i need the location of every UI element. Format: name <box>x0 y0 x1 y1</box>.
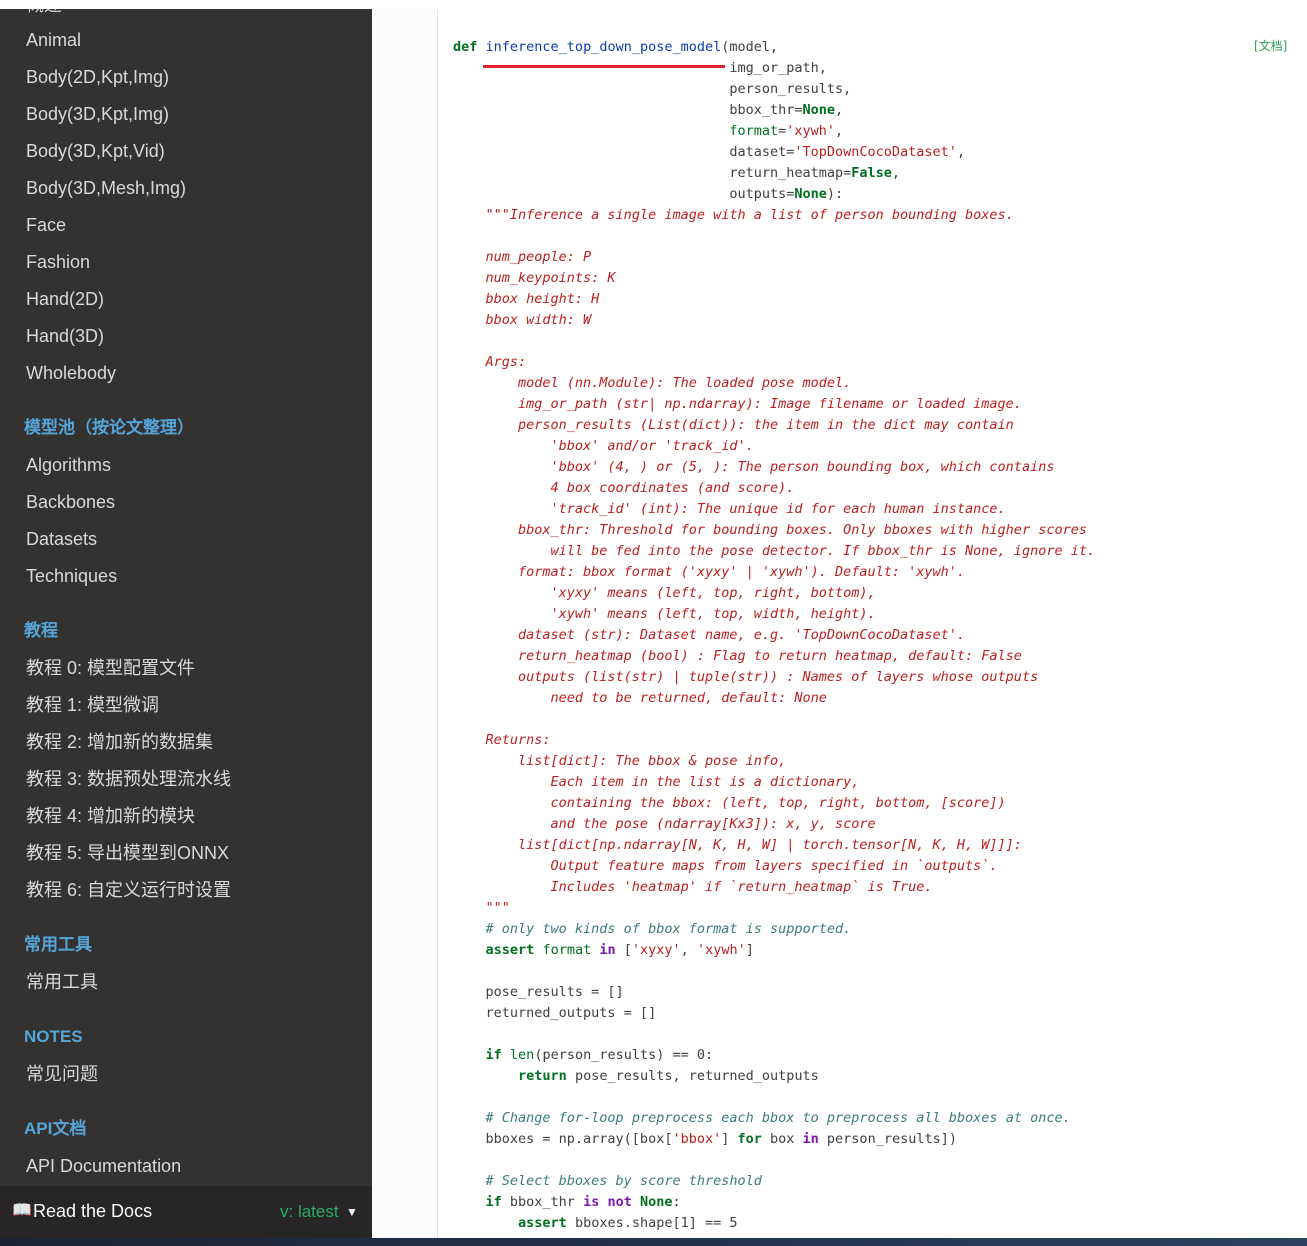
sidebar-item-techniques[interactable]: Techniques <box>26 565 117 587</box>
sidebar-item-fashion[interactable]: Fashion <box>26 251 90 273</box>
sidebar-item-tutorial-3[interactable]: 教程 3: 数据预处理流水线 <box>26 768 231 790</box>
sidebar-item-faq[interactable]: 常见问题 <box>26 1063 98 1085</box>
caption-tools: 常用工具 <box>24 935 92 954</box>
sidebar-item-tutorial-1[interactable]: 教程 1: 模型微调 <box>26 694 159 716</box>
read-the-docs-bar[interactable]: 📖 Read the Docs v: latest ▼ <box>0 1186 372 1238</box>
taskbar-strip <box>0 1238 1307 1246</box>
caption-tutorials: 教程 <box>24 621 58 640</box>
sidebar-item-animal[interactable]: Animal <box>26 29 81 51</box>
version-selector[interactable]: v: latest <box>280 1201 339 1223</box>
source-code: def inference_top_down_pose_model(model,… <box>453 39 1096 1231</box>
sidebar-nav: 概述 Animal Body(2D,Kpt,Img) Body(3D,Kpt,I… <box>0 9 372 1238</box>
top-strip <box>0 0 1307 9</box>
book-icon: 📖 <box>12 1202 32 1219</box>
source-link[interactable]: [文档] <box>1254 37 1287 55</box>
sidebar-item-clipped[interactable]: 概述 <box>26 9 62 17</box>
sidebar-item-tutorial-2[interactable]: 教程 2: 增加新的数据集 <box>26 731 213 753</box>
sidebar-item-hand-3d[interactable]: Hand(3D) <box>26 325 104 347</box>
sidebar-item-wholebody[interactable]: Wholebody <box>26 362 116 384</box>
sidebar-item-tutorial-5[interactable]: 教程 5: 导出模型到ONNX <box>26 842 229 864</box>
rtd-label: Read the Docs <box>33 1201 153 1221</box>
sidebar-item-algorithms[interactable]: Algorithms <box>26 454 111 476</box>
sidebar-item-tools[interactable]: 常用工具 <box>26 971 98 993</box>
sidebar-item-tutorial-0[interactable]: 教程 0: 模型配置文件 <box>26 657 195 679</box>
sidebar-item-body-3d-kpt-vid[interactable]: Body(3D,Kpt,Vid) <box>26 140 165 162</box>
caption-model-zoo: 模型池（按论文整理） <box>24 418 194 437</box>
sidebar-item-tutorial-4[interactable]: 教程 4: 增加新的模块 <box>26 805 195 827</box>
sidebar-item-datasets[interactable]: Datasets <box>26 528 97 550</box>
caption-notes: NOTES <box>24 1027 83 1046</box>
caret-down-icon: ▼ <box>346 1205 358 1219</box>
sidebar-item-backbones[interactable]: Backbones <box>26 491 115 513</box>
sidebar-item-body-3d-kpt-img[interactable]: Body(3D,Kpt,Img) <box>26 103 169 125</box>
sidebar-item-hand-2d[interactable]: Hand(2D) <box>26 288 104 310</box>
function-name: inference_top_down_pose_model <box>485 39 722 55</box>
sidebar-item-tutorial-6[interactable]: 教程 6: 自定义运行时设置 <box>26 879 231 901</box>
sidebar-item-body-2d-kpt-img[interactable]: Body(2D,Kpt,Img) <box>26 66 169 88</box>
caption-api: API文档 <box>24 1119 87 1138</box>
sidebar-item-body-3d-mesh-img[interactable]: Body(3D,Mesh,Img) <box>26 177 186 199</box>
sidebar-item-face[interactable]: Face <box>26 214 66 236</box>
sidebar-item-api-documentation[interactable]: API Documentation <box>26 1155 181 1177</box>
